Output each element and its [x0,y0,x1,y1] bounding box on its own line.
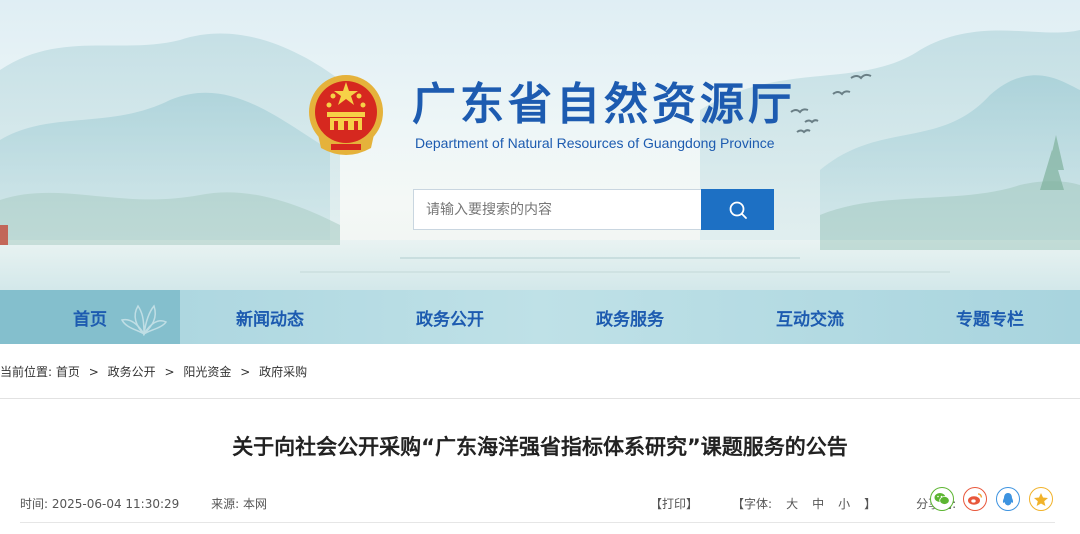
article-source: 来源: 本网 [211,497,267,511]
article-title: 关于向社会公开采购“广东海洋强省指标体系研究”课题服务的公告 [232,435,848,459]
search-button[interactable] [701,189,774,230]
flower-decoration-icon [120,304,168,337]
article-panel: 关于向社会公开采购“广东海洋强省指标体系研究”课题服务的公告 时间: 2025-… [0,398,1080,534]
font-size-control: 【字体: 大 中 小 】 [732,495,876,512]
breadcrumb: 当前位置: 首页 > 政务公开 > 阳光资金 > 政府采购 [0,363,307,380]
font-size-small-button[interactable]: 小 [838,495,850,512]
weibo-share-button[interactable] [963,487,987,511]
site-title: 广东省自然资源厅 [412,79,796,130]
site-subtitle: Department of Natural Resources of Guang… [415,135,775,151]
article-tools: 【打印】 【字体: 大 中 小 】 分享到: [650,495,956,512]
nav-item-label: 首页 [73,309,107,330]
wechat-share-button[interactable] [930,487,954,511]
breadcrumb-link-sunshine-funds[interactable]: 阳光资金 [183,365,231,379]
font-size-medium-button[interactable]: 中 [812,495,824,512]
font-size-label: 【字体: [732,497,773,511]
print-button[interactable]: 【打印】 [650,495,698,512]
breadcrumb-separator: > [88,365,99,379]
nav-item-home[interactable]: 首页 [0,290,180,344]
meta-divider [20,522,1055,523]
nav-item-label: 互动交流 [776,309,844,330]
breadcrumb-separator: > [240,365,251,379]
article-meta: 时间: 2025-06-04 11:30:29 来源: 本网 [20,495,267,512]
qq-icon [1002,492,1014,505]
publish-time: 时间: 2025-06-04 11:30:29 [20,497,180,511]
breadcrumb-link-home[interactable]: 首页 [56,365,80,379]
search-input[interactable] [413,189,701,230]
nav-item-news[interactable]: 新闻动态 [180,290,360,344]
share-icons [930,487,1053,511]
nav-item-label: 新闻动态 [236,309,304,330]
breadcrumb-separator: > [164,365,175,379]
nav-item-label: 专题专栏 [956,309,1024,330]
qzone-icon [1034,492,1048,506]
search-bar [413,189,774,230]
nav-item-label: 政务服务 [596,309,664,330]
font-size-close: 】 [864,497,877,511]
search-icon [729,201,747,219]
breadcrumb-link-government-affairs[interactable]: 政务公开 [108,365,156,379]
nav-item-special-topics[interactable]: 专题专栏 [900,290,1080,344]
nav-item-interaction[interactable]: 互动交流 [720,290,900,344]
main-nav: 首页 新闻动态 政务公开 政务服务 互动交流 专题专栏 [0,290,1080,344]
header-banner: 广东省自然资源厅 Department of Natural Resources… [0,0,1080,290]
font-size-large-button[interactable]: 大 [786,495,798,512]
birds-decoration [790,73,872,134]
qq-share-button[interactable] [996,487,1020,511]
nav-item-government-services[interactable]: 政务服务 [540,290,720,344]
nav-item-label: 政务公开 [416,309,484,330]
weibo-icon [968,493,983,505]
breadcrumb-link-procurement[interactable]: 政府采购 [259,365,307,379]
nav-item-government-affairs[interactable]: 政务公开 [360,290,540,344]
wechat-icon [934,493,950,505]
breadcrumb-prefix: 当前位置: [0,365,53,379]
qzone-share-button[interactable] [1029,487,1053,511]
national-emblem-logo [307,72,385,156]
